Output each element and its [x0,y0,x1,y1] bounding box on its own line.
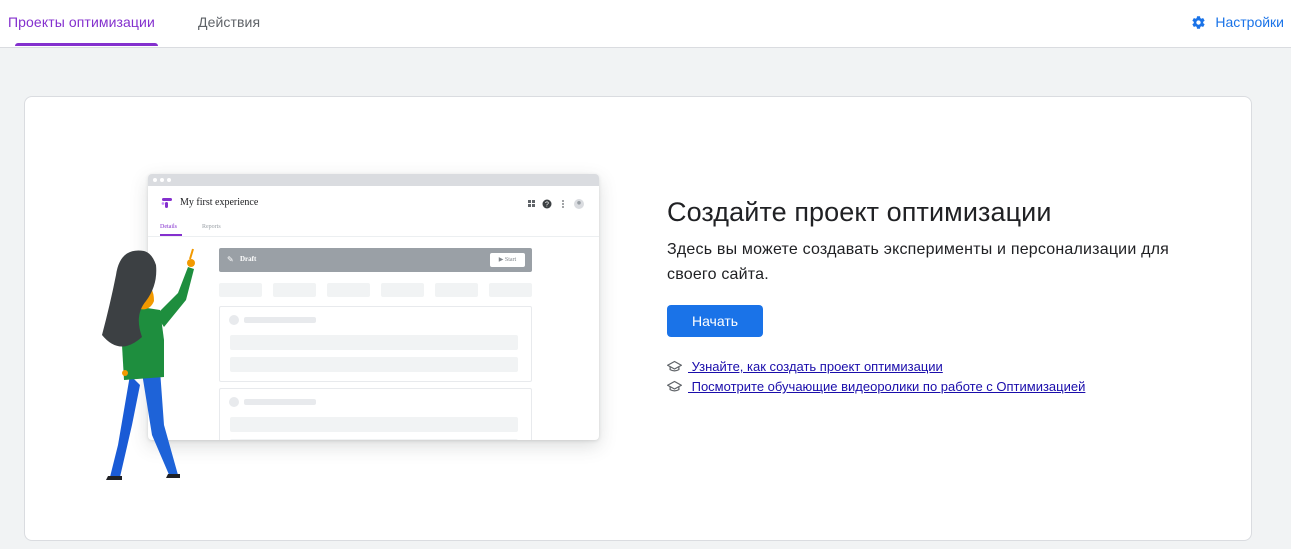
settings-link[interactable]: Настройки [1191,0,1284,44]
page-headline: Создайте проект оптимизации [667,197,1052,227]
mock-window-titlebar [148,174,599,186]
page-description: Здесь вы можете создавать эксперименты и… [667,241,1170,283]
gear-icon [1192,15,1205,29]
optimize-logo-icon [161,198,172,208]
illustration-mock-window: My first experience ? Details Reports ✎ … [148,174,599,440]
graduation-cap-icon [667,380,682,392]
svg-text:?: ? [545,202,549,209]
active-tab-indicator [15,43,158,46]
empty-state-card: My first experience ? Details Reports ✎ … [24,96,1252,541]
mock-draft-bar: ✎ Draft ▶ Start [219,248,532,272]
mock-tab-reports: Reports [202,224,221,230]
settings-label: Настройки [1215,14,1284,30]
learn-link-row: Узнайте, как создать проект оптимизации [667,359,943,374]
mock-window-title: My first experience [180,197,259,208]
mock-start-chip: ▶ Start [490,253,525,267]
videos-link-row: Посмотрите обучающие видеоролики по рабо… [667,379,1085,394]
pencil-icon: ✎ [227,255,234,264]
tab-optimization-projects[interactable]: Проекты оптимизации [8,0,155,47]
top-navigation: Проекты оптимизации Действия Настройки [0,0,1291,48]
learn-create-project-link[interactable]: Узнайте, как создать проект оптимизации [688,359,943,374]
mock-panel [219,388,532,440]
tab-actions[interactable]: Действия [198,0,260,47]
start-button[interactable]: Начать [667,305,763,337]
mock-panel [219,306,532,382]
tutorial-videos-link[interactable]: Посмотрите обучающие видеоролики по рабо… [688,379,1086,394]
graduation-cap-icon [667,360,682,372]
person-illustration [102,248,195,480]
mock-draft-label: Draft [240,255,257,263]
mock-toolbar-icons: ? [528,199,584,209]
mock-tab-details: Details [160,224,177,230]
